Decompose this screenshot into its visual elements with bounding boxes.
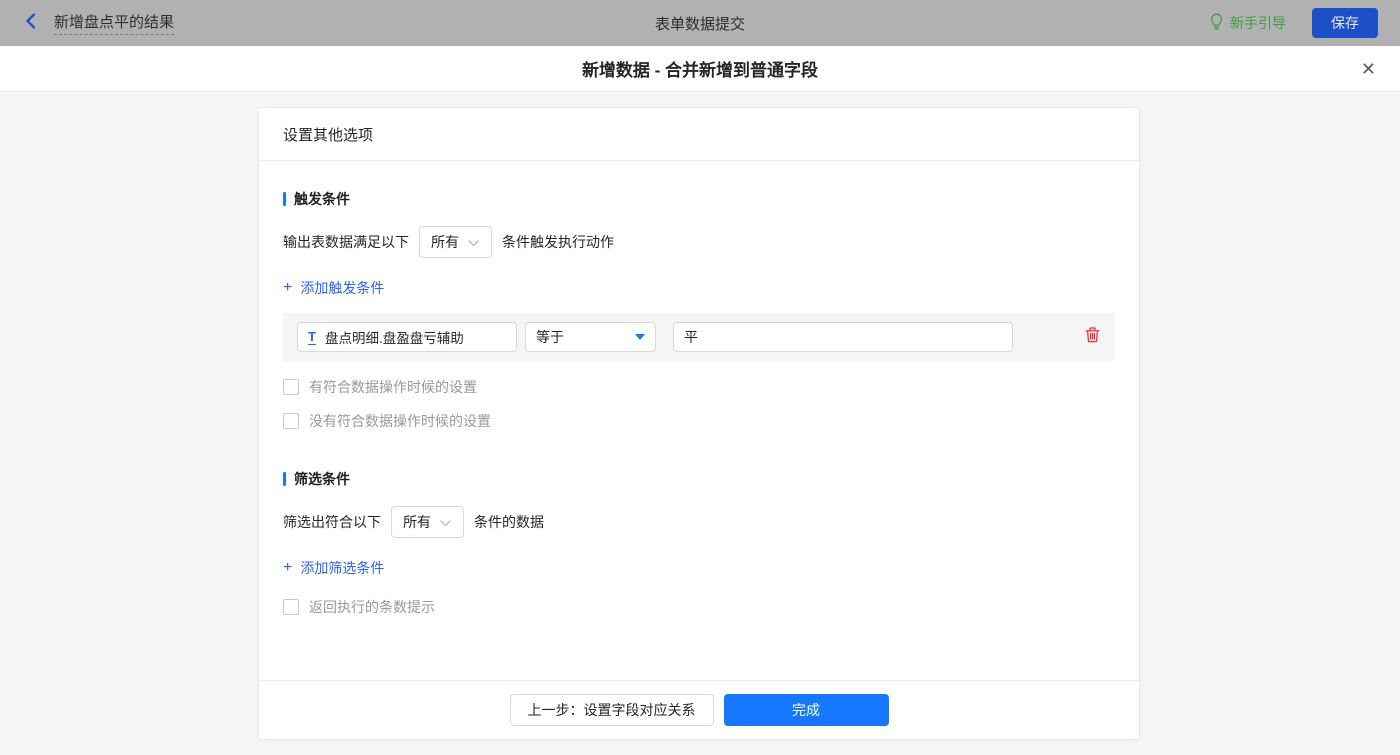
options-card: 设置其他选项 触发条件 输出表数据满足以下 所有 条件触发执行动作 + 添加触发…	[258, 107, 1140, 740]
card-footer: 上一步：设置字段对应关系 完成	[259, 680, 1139, 739]
topbar-right: 新手引导 保存	[1209, 8, 1378, 38]
filter-section-title: 筛选条件	[283, 469, 1115, 489]
trigger-sentence-prefix: 输出表数据满足以下	[283, 234, 409, 250]
has-matching-data-option[interactable]: 有符合数据操作时候的设置	[283, 377, 1115, 397]
filter-section: 筛选条件 筛选出符合以下 所有 条件的数据 + 添加筛选条件 返回执行的条数提示	[283, 469, 1115, 617]
filter-sentence-prefix: 筛选出符合以下	[283, 514, 381, 530]
beginner-guide-label: 新手引导	[1230, 15, 1286, 31]
close-icon[interactable]: ✕	[1361, 60, 1376, 78]
back-button[interactable]	[22, 12, 40, 35]
save-button[interactable]: 保存	[1312, 8, 1378, 38]
text-field-type-icon: T	[308, 328, 316, 345]
previous-step-button[interactable]: 上一步：设置字段对应关系	[509, 694, 714, 726]
lightbulb-icon	[1209, 13, 1224, 33]
topbar: 新增盘点平的结果 表单数据提交 新手引导 保存	[0, 0, 1400, 46]
section-marker	[283, 192, 286, 206]
return-count-option[interactable]: 返回执行的条数提示	[283, 597, 1115, 617]
add-filter-condition-link[interactable]: + 添加筛选条件	[283, 558, 384, 578]
add-trigger-condition-link[interactable]: + 添加触发条件	[283, 278, 384, 298]
no-matching-data-option[interactable]: 没有符合数据操作时候的设置	[283, 411, 1115, 431]
chevron-down-icon	[468, 234, 479, 250]
condition-operator-select[interactable]: 等于	[525, 322, 656, 352]
modal-header: 新增数据 - 合并新增到普通字段 ✕	[0, 46, 1400, 92]
finish-button[interactable]: 完成	[723, 694, 889, 726]
section-marker	[283, 472, 286, 486]
card-body: 触发条件 输出表数据满足以下 所有 条件触发执行动作 + 添加触发条件 T 盘点…	[259, 161, 1139, 680]
card-header: 设置其他选项	[259, 108, 1139, 161]
condition-field-value: 盘点明细.盘盈盘亏辅助	[324, 331, 464, 346]
modal-body: 设置其他选项 触发条件 输出表数据满足以下 所有 条件触发执行动作 + 添加触发…	[0, 93, 1400, 755]
trigger-condition-row: T 盘点明细.盘盈盘亏辅助 等于	[283, 313, 1115, 361]
trigger-section-title: 触发条件	[283, 189, 1115, 209]
plus-icon: +	[283, 279, 293, 296]
delete-condition-button[interactable]	[1085, 326, 1100, 348]
modal-title: 新增数据 - 合并新增到普通字段	[581, 61, 819, 80]
chevron-left-icon	[22, 12, 40, 35]
trigger-match-select[interactable]: 所有	[419, 226, 492, 258]
filter-match-select[interactable]: 所有	[391, 506, 464, 538]
filter-condition-sentence: 筛选出符合以下 所有 条件的数据	[283, 506, 1115, 538]
condition-value-input[interactable]	[673, 322, 1013, 352]
workflow-title[interactable]: 新增盘点平的结果	[54, 11, 175, 35]
plus-icon: +	[283, 559, 293, 576]
checkbox-icon	[283, 379, 299, 395]
trigger-sentence-suffix: 条件触发执行动作	[502, 234, 614, 250]
chevron-down-icon	[440, 514, 451, 530]
condition-field-select[interactable]: T 盘点明细.盘盈盘亏辅助	[297, 322, 517, 352]
trigger-condition-sentence: 输出表数据满足以下 所有 条件触发执行动作	[283, 226, 1115, 258]
filter-sentence-suffix: 条件的数据	[474, 514, 544, 530]
topbar-center-title: 表单数据提交	[654, 15, 745, 33]
checkbox-icon	[283, 413, 299, 429]
checkbox-icon	[283, 599, 299, 615]
beginner-guide-link[interactable]: 新手引导	[1209, 13, 1286, 33]
trash-icon	[1085, 326, 1100, 348]
caret-down-icon	[635, 334, 645, 340]
condition-operator-value: 等于	[536, 329, 564, 345]
